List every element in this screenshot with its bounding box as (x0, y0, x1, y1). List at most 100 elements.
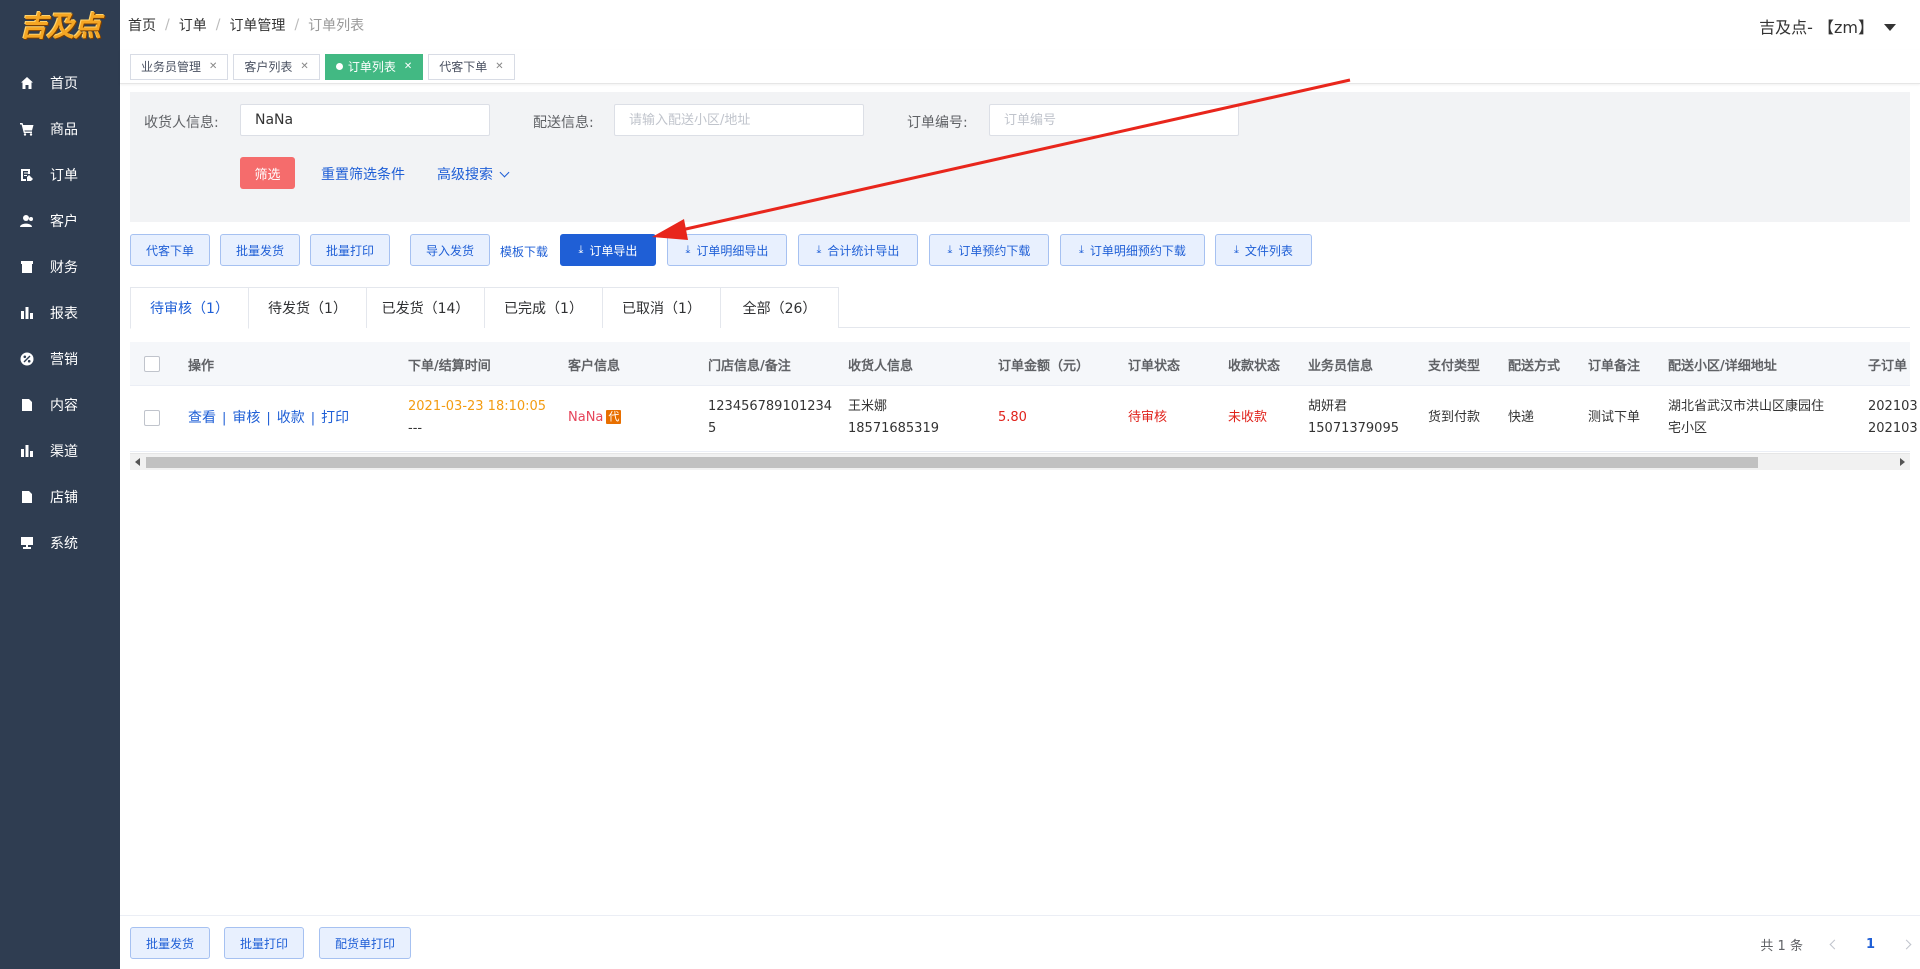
horizontal-scrollbar[interactable] (130, 453, 1910, 470)
logo[interactable]: 吉及点 (0, 0, 120, 50)
filter-button[interactable]: 筛选 (240, 157, 295, 189)
tab-completed[interactable]: 已完成（1） (484, 287, 603, 328)
row-checkbox[interactable] (144, 410, 160, 426)
batch-ship-button[interactable]: 批量发货 (220, 234, 300, 266)
breadcrumb-order[interactable]: 订单 (179, 15, 207, 35)
order-icon (20, 168, 34, 182)
settle-time: --- (408, 421, 423, 436)
sidebar-item-system[interactable]: 系统 (0, 520, 120, 566)
action-separator: | (222, 411, 227, 426)
tag-customer-list[interactable]: 客户列表 ✕ (233, 53, 320, 80)
sidebar-item-content[interactable]: 内容 (0, 382, 120, 428)
template-download-link[interactable]: 模板下载 (500, 243, 548, 260)
order-detail-export-button[interactable]: ⤓ 订单明细导出 (667, 234, 787, 266)
tab-pending-review[interactable]: 待审核（1） (130, 287, 249, 329)
sidebar-item-report[interactable]: 报表 (0, 290, 120, 336)
salesman-cell: 胡妍君 15071379095 (1308, 396, 1399, 440)
order-remark: 测试下单 (1588, 410, 1641, 425)
sidebar-item-customer[interactable]: 客户 (0, 198, 120, 244)
breadcrumb-order-manage[interactable]: 订单管理 (229, 15, 285, 35)
sidebar-item-shop[interactable]: 店铺 (0, 474, 120, 520)
column-header: 配送小区/详细地址 (1668, 359, 1777, 374)
order-no-input[interactable] (989, 104, 1239, 136)
reset-filter-button[interactable]: 重置筛选条件 (321, 164, 405, 184)
breadcrumb: 首页 / 订单 / 订单管理 / 订单列表 (128, 15, 364, 35)
prev-page-icon[interactable] (1829, 939, 1840, 950)
advanced-search-button[interactable]: 高级搜索 (437, 164, 510, 184)
scroll-right-icon[interactable] (1900, 458, 1905, 466)
tab-pending-ship[interactable]: 待发货（1） (248, 287, 367, 328)
order-export-label: 订单导出 (589, 243, 638, 258)
row-actions: 查看 | 审核 | 收款 | 打印 (188, 407, 349, 430)
close-icon[interactable]: ✕ (404, 61, 412, 72)
tab-all[interactable]: 全部（26） (720, 287, 839, 328)
store-info-line: 123456789101234 (708, 399, 833, 414)
select-all-checkbox[interactable] (144, 356, 160, 372)
sidebar-item-finance[interactable]: 财务 (0, 244, 120, 290)
footer-batch-print-button[interactable]: 批量打印 (224, 927, 304, 959)
proxy-order-button[interactable]: 代客下单 (130, 234, 210, 266)
print-link[interactable]: 打印 (321, 410, 349, 426)
total-stats-export-button[interactable]: ⤓ 合计统计导出 (798, 234, 918, 266)
page-number[interactable]: 1 (1866, 937, 1875, 952)
tag-proxy-order[interactable]: 代客下单 ✕ (428, 53, 515, 80)
footer-batch-ship-button[interactable]: 批量发货 (130, 927, 210, 959)
order-time-cell: 2021-03-23 18:10:05 --- (408, 396, 546, 440)
column-header: 支付类型 (1428, 359, 1481, 374)
tag-label: 代客下单 (439, 60, 488, 74)
order-detail-reserve-download-label: 订单明细预约下载 (1089, 243, 1186, 258)
breadcrumb-separator: / (165, 17, 170, 33)
sidebar-item-marketing[interactable]: 营销 (0, 336, 120, 382)
sidebar-item-home[interactable]: 首页 (0, 60, 120, 106)
table-footer: 批量发货 批量打印 配货单打印 共 1 条 1 (120, 915, 1920, 969)
tag-order-list[interactable]: 订单列表 ✕ (324, 53, 424, 80)
sub-order-line: 202103 (1868, 399, 1918, 414)
pay-status: 未收款 (1228, 410, 1268, 425)
tag-salesman[interactable]: 业务员管理 ✕ (130, 53, 229, 80)
cart-icon (20, 122, 34, 136)
active-dot-icon (335, 63, 343, 70)
bar-chart-icon (20, 306, 34, 320)
delivery-input[interactable] (614, 104, 864, 136)
close-icon[interactable]: ✕ (495, 61, 503, 72)
order-amount: 5.80 (998, 410, 1027, 425)
sidebar-item-label: 客户 (50, 214, 78, 230)
file-list-button[interactable]: ⤓ 文件列表 (1215, 234, 1312, 266)
import-ship-button[interactable]: 导入发货 (410, 234, 490, 266)
order-reserve-download-button[interactable]: ⤓ 订单预约下载 (929, 234, 1049, 266)
store-cell: 123456789101234 5 (708, 396, 832, 440)
shop-icon (20, 490, 34, 504)
sidebar-item-channel[interactable]: 渠道 (0, 428, 120, 474)
order-detail-reserve-download-button[interactable]: ⤓ 订单明细预约下载 (1060, 234, 1205, 266)
batch-print-button[interactable]: 批量打印 (310, 234, 390, 266)
scrollbar-thumb[interactable] (146, 457, 1758, 468)
view-link[interactable]: 查看 (188, 410, 216, 426)
close-icon[interactable]: ✕ (209, 61, 217, 72)
user-menu[interactable]: 吉及点- 【zm】 (1759, 14, 1896, 38)
sidebar-item-order[interactable]: 订单 (0, 152, 120, 198)
next-page-icon[interactable] (1901, 939, 1912, 950)
table-header: 操作 下单/结算时间 客户信息 门店信息/备注 收货人信息 订单金额（元） 订单… (130, 342, 1910, 386)
order-export-button[interactable]: ⤓ 订单导出 (560, 234, 656, 266)
tab-cancelled[interactable]: 已取消（1） (602, 287, 721, 328)
receiver-input[interactable] (240, 104, 490, 136)
tab-shipped[interactable]: 已发货（14） (366, 287, 485, 328)
user-icon (20, 214, 34, 228)
advanced-search-label: 高级搜索 (437, 167, 493, 183)
column-header: 门店信息/备注 (708, 359, 791, 374)
delivery-method: 快递 (1508, 410, 1535, 425)
collect-link[interactable]: 收款 (277, 410, 305, 426)
sidebar-item-goods[interactable]: 商品 (0, 106, 120, 152)
address-line: 湖北省武汉市洪山区康园住 (1668, 399, 1825, 414)
breadcrumb-home[interactable]: 首页 (128, 15, 156, 35)
review-link[interactable]: 审核 (232, 410, 260, 426)
column-header: 客户信息 (568, 359, 621, 374)
breadcrumb-separator: / (215, 17, 221, 33)
tags-view: 业务员管理 ✕ 客户列表 ✕ 订单列表 ✕ 代客下单 ✕ (120, 50, 1920, 84)
sub-order-line: 202103 (1868, 421, 1918, 436)
pick-list-print-button[interactable]: 配货单打印 (319, 927, 411, 959)
column-header: 收货人信息 (848, 359, 914, 374)
close-icon[interactable]: ✕ (300, 61, 308, 72)
logo-text: 吉及点 (19, 10, 101, 43)
scroll-left-icon[interactable] (135, 458, 140, 466)
